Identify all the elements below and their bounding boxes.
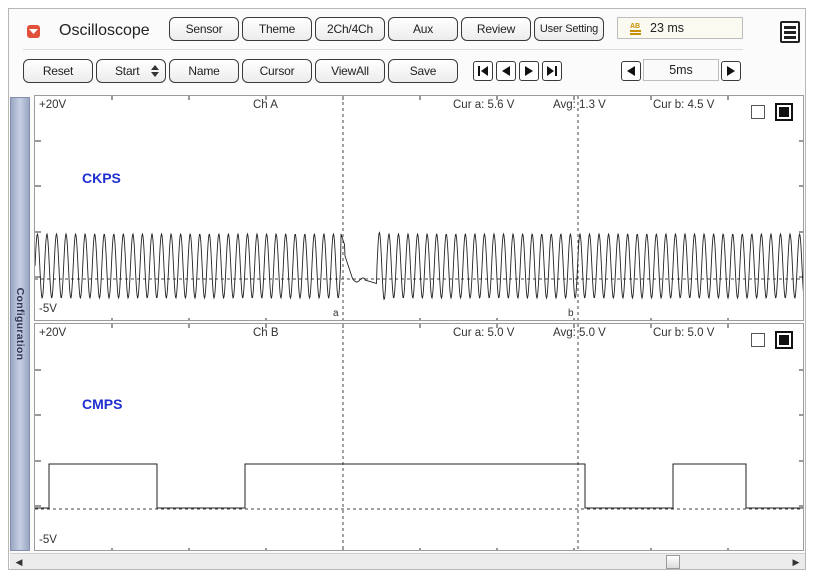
channel-a-vmin: -5V [39, 303, 57, 315]
channel-b-checkbox[interactable] [751, 333, 765, 347]
channel-b-plot[interactable]: +20V Ch B Cur a: 5.0 V Avg: 5.0 V Cur b:… [34, 323, 804, 551]
timebase-decrease-icon[interactable] [621, 61, 641, 81]
time-readout-value: 23 ms [650, 21, 685, 35]
channel-a-vmax: +20V [39, 99, 67, 111]
top-menu-bar: Oscilloscope Sensor Theme 2Ch/4Ch Aux Re… [9, 9, 805, 49]
viewall-button[interactable]: ViewAll [315, 59, 385, 83]
review-button[interactable]: Review [461, 17, 531, 41]
scroll-right-icon[interactable]: ▶ [790, 556, 802, 568]
channel-a-plot[interactable]: +20V Ch A Cur a: 5.6 V Avg: 1.3 V Cur b:… [34, 95, 804, 321]
channel-a-waveform-canvas [35, 96, 803, 320]
user-setting-button[interactable]: User Setting [534, 17, 604, 41]
scrollbar-thumb[interactable] [666, 555, 680, 569]
cmps-waveform [35, 463, 803, 509]
channel-a-cursor-a-value: Cur a: 5.6 V [453, 99, 515, 111]
updown-arrow-icon [151, 65, 159, 77]
save-button[interactable]: Save [388, 59, 458, 83]
reset-button[interactable]: Reset [23, 59, 93, 83]
channel-b-vmin: -5V [39, 534, 57, 546]
start-label: Start [115, 64, 140, 78]
app-title: Oscilloscope [59, 22, 150, 39]
start-select[interactable]: Start [96, 59, 166, 83]
skip-last-icon[interactable] [542, 61, 562, 81]
cursor-a-marker[interactable]: a [333, 308, 339, 319]
control-toolbar: Reset Start Name Cursor ViewAll Save 5ms [9, 55, 805, 93]
channel-a-fill-toggle[interactable] [775, 103, 793, 121]
channel-b-cursor-a-value: Cur a: 5.0 V [453, 327, 515, 339]
channel-count-button[interactable]: 2Ch/4Ch [315, 17, 385, 41]
skip-first-icon[interactable] [473, 61, 493, 81]
channel-b-cursor-b-value: Cur b: 5.0 V [653, 327, 715, 339]
channel-a-checkbox[interactable] [751, 105, 765, 119]
scroll-left-icon[interactable]: ◀ [13, 556, 25, 568]
channel-a-cursor-b-value: Cur b: 4.5 V [653, 99, 715, 111]
theme-button[interactable]: Theme [242, 17, 312, 41]
timebase-value: 5ms [643, 59, 719, 81]
channel-a-signal-label: CKPS [82, 170, 121, 186]
ckps-waveform [35, 231, 803, 301]
channel-a-average: Avg: 1.3 V [553, 99, 606, 111]
step-back-icon[interactable] [496, 61, 516, 81]
oscilloscope-window: Oscilloscope Sensor Theme 2Ch/4Ch Aux Re… [8, 8, 806, 570]
toolbar-divider [23, 49, 743, 50]
channel-a-name: Ch A [253, 99, 278, 111]
configuration-tab[interactable]: Configuration [10, 97, 30, 551]
channel-b-fill-toggle[interactable] [775, 331, 793, 349]
cursor-button[interactable]: Cursor [242, 59, 312, 83]
aux-button[interactable]: Aux [388, 17, 458, 41]
channel-b-name: Ch B [253, 327, 279, 339]
ab-measure-icon: AB [630, 23, 641, 35]
app-menu-icon[interactable] [27, 25, 40, 38]
time-readout: AB 23 ms [617, 17, 743, 39]
channel-b-waveform-canvas [35, 324, 803, 550]
horizontal-scrollbar[interactable]: ◀ ▶ [10, 553, 805, 569]
hamburger-menu-icon[interactable] [780, 21, 800, 43]
channel-b-signal-label: CMPS [82, 396, 123, 412]
name-button[interactable]: Name [169, 59, 239, 83]
timebase-increase-icon[interactable] [721, 61, 741, 81]
cursor-b-marker[interactable]: b [568, 308, 574, 319]
step-forward-icon[interactable] [519, 61, 539, 81]
sensor-button[interactable]: Sensor [169, 17, 239, 41]
svg-text:AB: AB [630, 23, 640, 30]
channel-b-vmax: +20V [39, 327, 67, 339]
channel-b-average: Avg: 5.0 V [553, 327, 606, 339]
configuration-label: Configuration [14, 287, 26, 361]
